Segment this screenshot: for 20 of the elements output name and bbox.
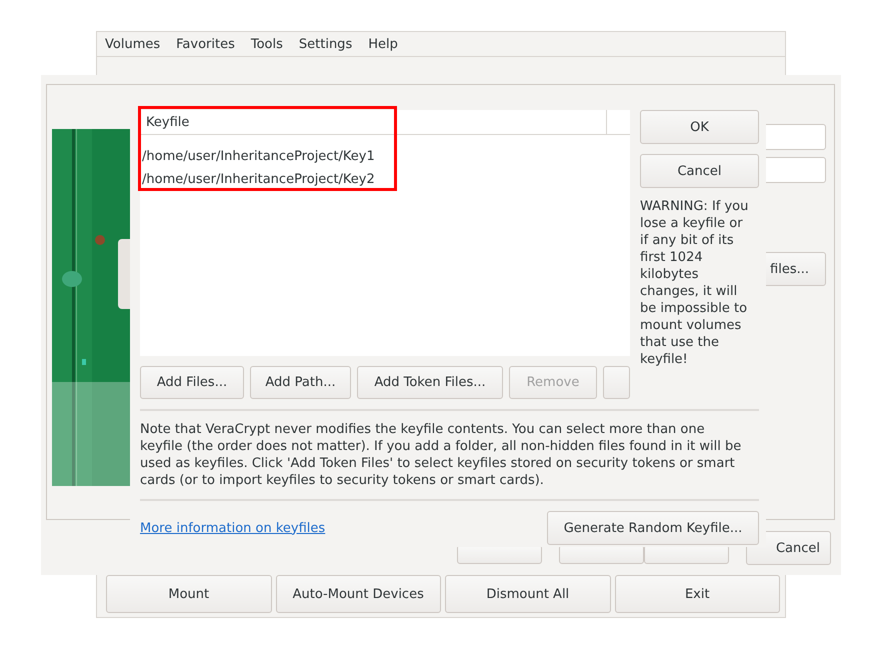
menu-item[interactable]: Settings — [298, 36, 360, 52]
list-button[interactable]: Add Token Files... — [357, 366, 503, 399]
action-button[interactable]: Auto-Mount Devices — [276, 575, 441, 613]
table-row[interactable]: /home/user/InheritanceProject/Key2 — [140, 168, 630, 191]
generate-button[interactable]: Generate Random Keyfile... — [547, 511, 759, 545]
menu-item[interactable]: Favorites — [176, 36, 243, 52]
list-button[interactable]: Add Path... — [250, 366, 351, 399]
info-link[interactable]: More information on keyfiles — [140, 520, 326, 536]
button[interactable] — [603, 366, 630, 399]
note-text: Note that VeraCrypt never modifies the keyfile contents. You can select more than one keyfile (the order does not matter). If you add a folder, all non-hidden files found in it will be used as keyfiles. Click 'Add Token Files' to select keyfiles stored on security tokens or smart cards (or to import keyfiles to security tokens or smart cards). — [140, 421, 742, 489]
ok-button[interactable]: OK — [640, 110, 759, 144]
action-button[interactable]: Exit — [614, 575, 780, 613]
list-button[interactable]: Add Files... — [140, 366, 244, 399]
action-button[interactable]: Dismount All — [445, 575, 610, 613]
action-button[interactable]: Mount — [106, 575, 272, 613]
menu-item[interactable]: Tools — [250, 36, 291, 52]
menu-item[interactable]: Volumes — [105, 36, 168, 52]
cancel-button[interactable]: Cancel — [640, 154, 759, 188]
menu-item[interactable]: Help — [368, 36, 406, 52]
table-row[interactable]: /home/user/InheritanceProject/Key1 — [140, 145, 630, 168]
